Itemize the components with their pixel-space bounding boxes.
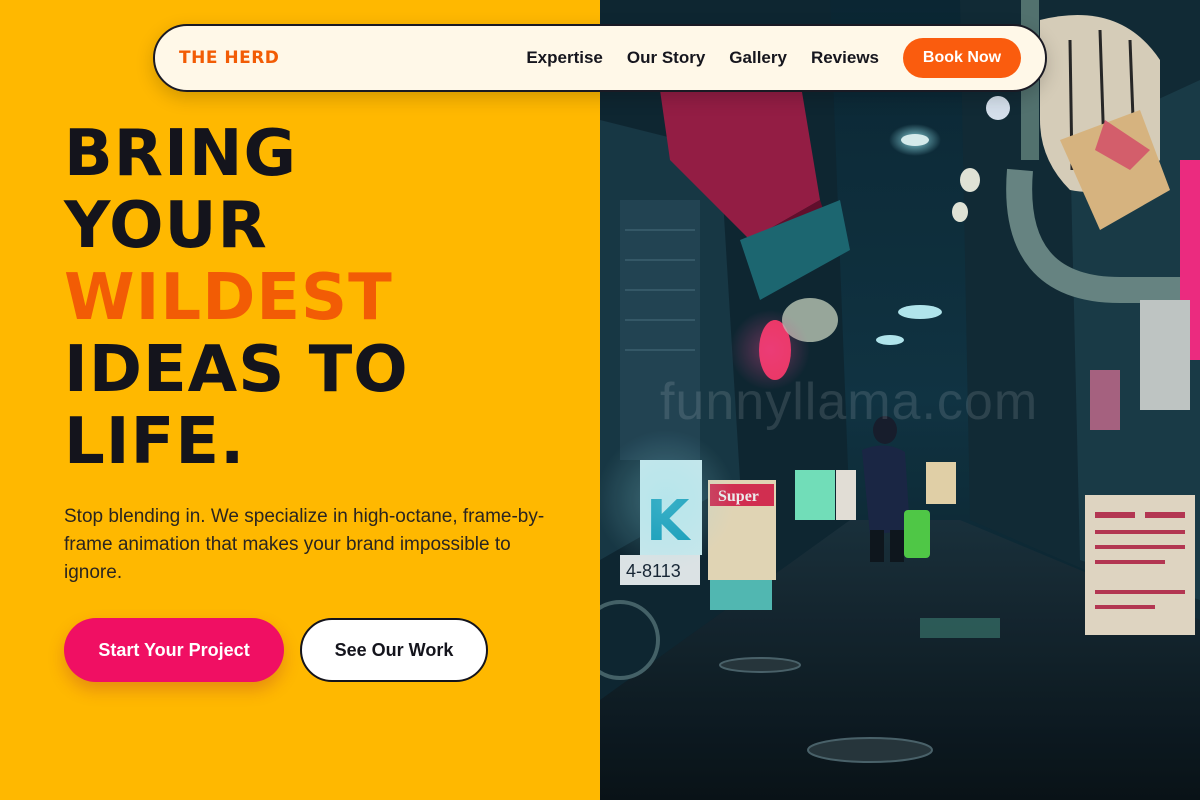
page: BRING YOUR WILDEST IDEAS TO LIFE. Stop b… [0,0,1200,800]
top-navbar: THE HERD Expertise Our Story Gallery Rev… [153,24,1047,92]
brand-logo[interactable]: THE HERD [179,48,279,68]
start-project-button[interactable]: Start Your Project [64,618,284,682]
nav-links: Expertise Our Story Gallery Reviews Book… [526,38,1021,78]
headline-line: LIFE. [64,405,246,479]
nav-link-expertise[interactable]: Expertise [526,48,603,68]
headline-line: BRING [64,117,297,191]
see-our-work-button[interactable]: See Our Work [300,618,488,682]
hero-photo: K 4-8113 Super [600,0,1200,800]
hero-headline: BRING YOUR WILDEST IDEAS TO LIFE. [64,118,409,478]
nav-link-gallery[interactable]: Gallery [729,48,787,68]
hero-subtext: Stop blending in. We specialize in high-… [64,506,545,583]
headline-line: YOUR [64,189,268,263]
hero-left-panel: BRING YOUR WILDEST IDEAS TO LIFE. Stop b… [0,0,600,800]
nav-link-reviews[interactable]: Reviews [811,48,879,68]
headline-line: IDEAS TO [64,333,409,407]
book-now-button[interactable]: Book Now [903,38,1021,78]
night-alley-illustration: K 4-8113 Super [600,0,1200,800]
headline-accent-line: WILDEST [64,261,393,335]
nav-link-our-story[interactable]: Our Story [627,48,705,68]
